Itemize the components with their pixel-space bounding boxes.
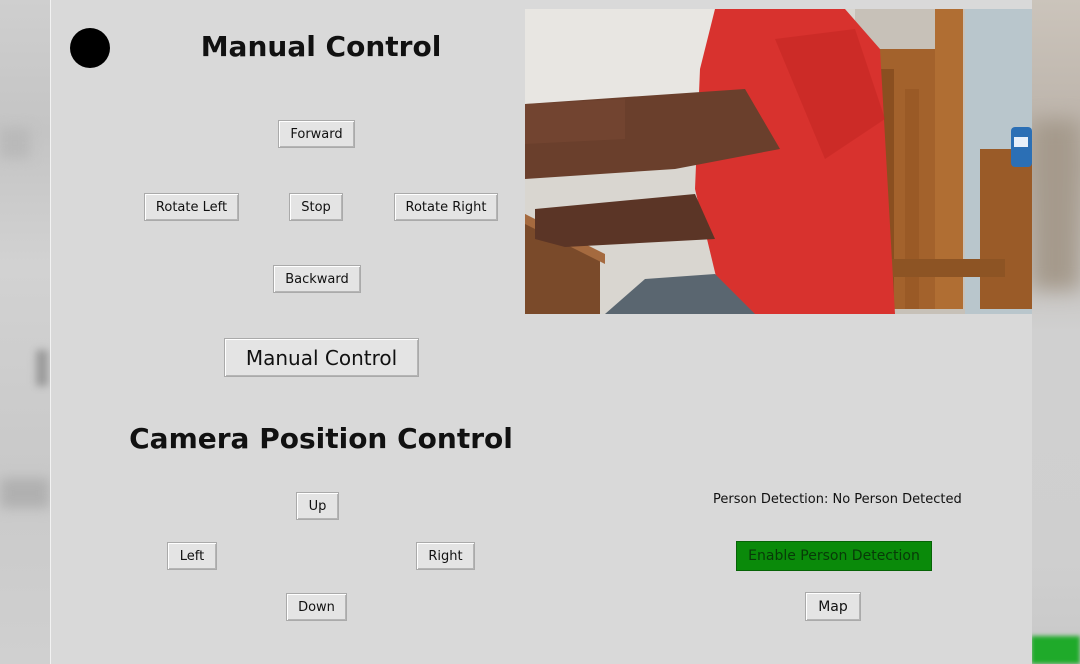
rotate-right-button[interactable]: Rotate Right [394,193,498,221]
camera-down-button[interactable]: Down [286,593,347,621]
stop-button[interactable]: Stop [289,193,343,221]
camera-feed [525,9,1032,314]
backward-button[interactable]: Backward [273,265,361,293]
manual-control-button[interactable]: Manual Control [224,338,419,377]
manual-control-title: Manual Control [200,30,442,63]
camera-up-button[interactable]: Up [296,492,339,520]
camera-left-button[interactable]: Left [167,542,217,570]
person-detection-status: Person Detection: No Person Detected [713,492,962,507]
map-button[interactable]: Map [805,592,861,621]
camera-feed-image [525,9,1032,314]
robot-control-window: Manual Control Forward Rotate Left Stop … [50,0,1032,664]
rotate-left-button[interactable]: Rotate Left [144,193,239,221]
background-right-edge [1031,0,1080,664]
forward-button[interactable]: Forward [278,120,355,148]
camera-right-button[interactable]: Right [416,542,475,570]
enable-person-detection-button[interactable]: Enable Person Detection [736,541,932,571]
camera-position-control-title: Camera Position Control [129,422,513,455]
status-dot-icon [70,28,110,68]
background-left-edge [0,0,50,664]
